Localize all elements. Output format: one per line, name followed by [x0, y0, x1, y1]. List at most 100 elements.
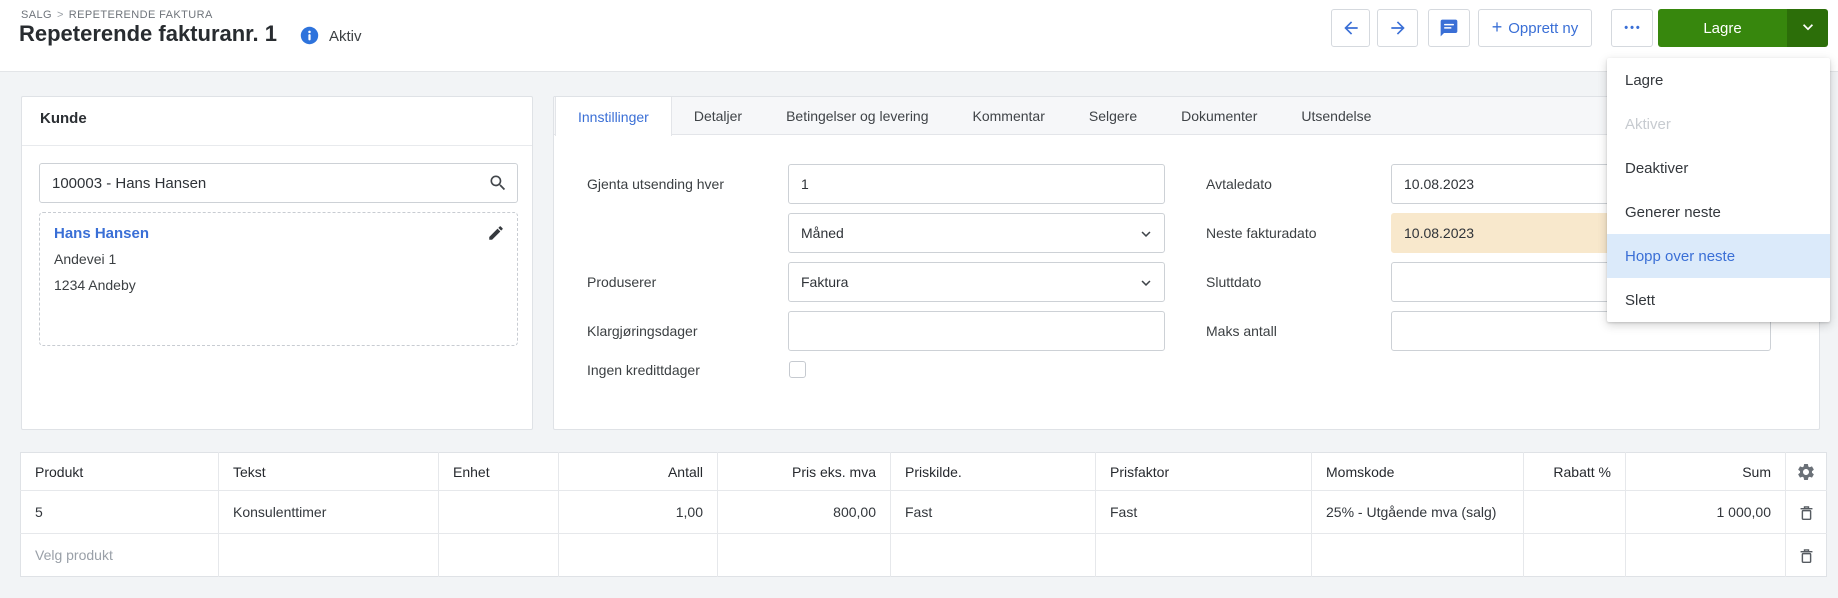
cell-prisfaktor[interactable] — [1095, 533, 1312, 577]
save-dropdown-toggle[interactable] — [1787, 9, 1828, 47]
gjenta-utsending-hver-input[interactable] — [788, 164, 1165, 204]
label-maks-antall: Maks antall — [1206, 323, 1277, 339]
label-neste-fakturadato: Neste fakturadato — [1206, 225, 1317, 241]
cell-prisfaktor[interactable]: Fast — [1095, 490, 1312, 534]
produserer-value: Faktura — [801, 274, 849, 290]
label-klargjoringsdager: Klargjøringsdager — [587, 323, 698, 339]
menu-item-lagre[interactable]: Lagre — [1607, 58, 1830, 102]
col-sum: Sum — [1625, 452, 1786, 491]
cell-rabatt[interactable] — [1523, 533, 1626, 577]
status-text: Aktiv — [329, 28, 362, 45]
forward-button[interactable] — [1377, 9, 1418, 47]
page: SALG > REPETERENDE FAKTURA Repeterende fak… — [0, 0, 1838, 598]
save-button[interactable]: Lagre — [1658, 9, 1787, 47]
col-prisfaktor: Prisfaktor — [1095, 452, 1312, 491]
cell-enhet[interactable] — [438, 533, 559, 577]
cell-delete — [1785, 490, 1827, 534]
interval-unit-select[interactable]: Måned — [788, 213, 1165, 253]
col-priskilde: Priskilde. — [890, 452, 1096, 491]
cell-rabatt[interactable] — [1523, 490, 1626, 534]
tab-dokumenter[interactable]: Dokumenter — [1159, 97, 1279, 135]
ingen-kredittdager-checkbox[interactable] — [789, 361, 806, 378]
trash-icon[interactable] — [1797, 546, 1816, 565]
col-enhet: Enhet — [438, 452, 559, 491]
col-settings — [1785, 452, 1827, 491]
menu-item-aktiver: Aktiver — [1625, 115, 1671, 133]
cell-pris-eks-mva[interactable] — [717, 533, 891, 577]
label-sluttdato: Sluttdato — [1206, 274, 1262, 290]
menu-item-generer-neste[interactable]: Generer neste — [1607, 190, 1830, 234]
search-icon[interactable] — [488, 173, 508, 198]
tab-betingelser-og-levering[interactable]: Betingelser og levering — [764, 97, 950, 135]
more-actions-button[interactable]: ••• — [1611, 9, 1653, 47]
tab-kommentar[interactable]: Kommentar — [951, 97, 1067, 135]
col-produkt: Produkt — [20, 452, 219, 491]
breadcrumb-separator: > — [56, 9, 64, 21]
plus-icon: + — [1491, 17, 1503, 37]
menu-item-deaktiver[interactable]: Deaktiver — [1607, 146, 1830, 190]
comment-button[interactable] — [1428, 9, 1470, 47]
cell-produkt[interactable]: 5 — [20, 490, 219, 534]
col-antall: Antall — [558, 452, 718, 491]
breadcrumb-salg[interactable]: SALG — [21, 9, 52, 21]
table-row-new: Velg produkt — [20, 533, 1827, 577]
cell-velg-produkt[interactable]: Velg produkt — [20, 533, 219, 577]
label-produserer: Produserer — [587, 274, 657, 290]
ellipsis-icon: ••• — [1624, 22, 1642, 34]
table-row: 5 Konsulenttimer 1,00 800,00 Fast Fast 2… — [20, 490, 1827, 534]
tab-utsendelse[interactable]: Utsendelse — [1279, 97, 1393, 135]
cell-momskode[interactable] — [1311, 533, 1524, 577]
gear-icon[interactable] — [1796, 462, 1816, 482]
breadcrumb-current: REPETERENDE FAKTURA — [68, 9, 213, 21]
create-new-label: Opprett ny — [1508, 19, 1579, 37]
tab-detaljer[interactable]: Detaljer — [672, 97, 764, 135]
table-header-row: Produkt Tekst Enhet Antall Pris eks. mva… — [20, 452, 1827, 491]
tab-innstillinger[interactable]: Innstillinger — [555, 97, 672, 136]
customer-card: Hans Hansen Andevei 1 1234 Andeby — [39, 212, 518, 346]
label-ingen-kredittdager: Ingen kredittdager — [587, 362, 700, 378]
back-button[interactable] — [1331, 9, 1370, 47]
col-rabatt: Rabatt % — [1523, 452, 1626, 491]
customer-address-line1: Andevei 1 — [54, 251, 117, 267]
col-momskode: Momskode — [1311, 452, 1524, 491]
menu-item-slett[interactable]: Slett — [1607, 278, 1830, 322]
cell-tekst[interactable]: Konsulenttimer — [218, 490, 439, 534]
cell-pris-eks-mva[interactable]: 800,00 — [717, 490, 891, 534]
product-table: Produkt Tekst Enhet Antall Pris eks. mva… — [20, 452, 1827, 577]
cell-tekst[interactable] — [218, 533, 439, 577]
cell-priskilde[interactable] — [890, 533, 1096, 577]
chat-bubble-icon — [1439, 18, 1459, 38]
customer-search-input[interactable] — [39, 163, 518, 203]
edit-customer-pencil-icon[interactable] — [487, 224, 505, 247]
divider — [22, 145, 532, 146]
info-icon[interactable] — [300, 26, 319, 45]
create-new-button[interactable]: + Opprett ny — [1478, 9, 1592, 47]
trash-icon[interactable] — [1797, 503, 1816, 522]
arrow-right-icon — [1388, 18, 1408, 38]
customer-panel-title: Kunde — [40, 110, 87, 127]
tab-selgere[interactable]: Selgere — [1067, 97, 1159, 135]
customer-address-line2: 1234 Andeby — [54, 277, 136, 293]
customer-name-link[interactable]: Hans Hansen — [54, 225, 503, 242]
breadcrumb: SALG > REPETERENDE FAKTURA — [21, 9, 213, 21]
label-avtaledato: Avtaledato — [1206, 176, 1272, 192]
menu-item-hopp-over-neste[interactable]: Hopp over neste — [1607, 234, 1830, 278]
page-header: SALG > REPETERENDE FAKTURA Repeterende fak… — [0, 0, 1838, 72]
page-title: Repeterende fakturanr. 1 — [19, 21, 277, 46]
col-tekst: Tekst — [218, 452, 439, 491]
customer-panel: Kunde Hans Hansen Andevei 1 1234 Andeby — [21, 96, 533, 430]
save-split-button[interactable]: Lagre — [1658, 9, 1828, 47]
chevron-down-icon — [1137, 274, 1155, 295]
cell-priskilde[interactable]: Fast — [890, 490, 1096, 534]
chevron-down-icon — [1798, 17, 1818, 40]
cell-momskode[interactable]: 25% - Utgående mva (salg) — [1311, 490, 1524, 534]
cell-enhet[interactable] — [438, 490, 559, 534]
save-dropdown-menu: Lagre Aktiver Deaktiver Generer neste Ho… — [1607, 58, 1830, 322]
klargjoringsdager-input[interactable] — [788, 311, 1165, 351]
produserer-select[interactable]: Faktura — [788, 262, 1165, 302]
cell-antall[interactable] — [558, 533, 718, 577]
cell-delete — [1786, 534, 1827, 577]
cell-antall[interactable]: 1,00 — [558, 490, 718, 534]
chevron-down-icon — [1137, 225, 1155, 246]
arrow-left-icon — [1341, 18, 1361, 38]
